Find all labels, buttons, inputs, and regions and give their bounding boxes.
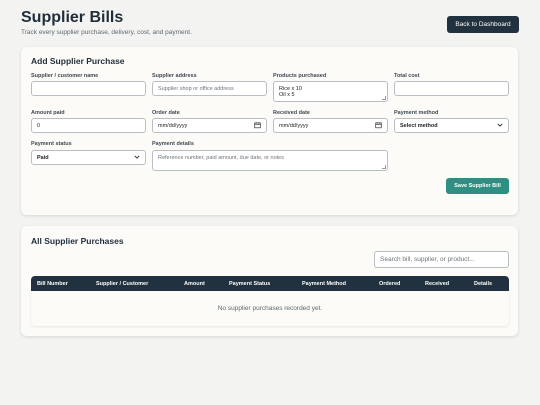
received-date-input[interactable]: mm/dd/yyyy	[273, 118, 388, 133]
chevron-down-icon	[134, 155, 140, 161]
payment-method-select[interactable]: Select method	[394, 118, 509, 133]
add-purchase-title: Add Supplier Purchase	[31, 56, 125, 66]
purchases-list-card: All Supplier Purchases Search bill, supp…	[21, 226, 518, 336]
payment-method-value: Select method	[400, 122, 438, 129]
calendar-icon[interactable]	[254, 121, 261, 130]
payment-details-textarea[interactable]: Reference number, paid amount, due date,…	[152, 150, 388, 171]
table-header: Bill Number Supplier / Customer Amount P…	[31, 276, 509, 291]
supplier-address-input[interactable]: Supplier shop or office address	[152, 81, 267, 96]
total-cost-input[interactable]	[394, 81, 509, 96]
amount-paid-input[interactable]: 0	[31, 118, 146, 133]
order-date-value: mm/dd/yyyy	[158, 122, 188, 129]
column-header[interactable]: Payment Method	[302, 276, 346, 291]
products-textarea[interactable]: Rice x 10 Oil x 5	[273, 81, 388, 102]
column-header[interactable]: Supplier / Customer	[96, 276, 148, 291]
payment-method-label: Payment method	[394, 110, 439, 116]
add-purchase-card: Add Supplier Purchase Supplier / custome…	[21, 47, 518, 215]
calendar-icon[interactable]	[375, 121, 382, 130]
payment-status-select[interactable]: Paid	[31, 150, 146, 165]
payment-details-placeholder: Reference number, paid amount, due date,…	[158, 155, 284, 161]
total-cost-label: Total cost	[394, 73, 420, 79]
chevron-down-icon	[497, 123, 503, 129]
resize-handle-icon[interactable]	[382, 96, 386, 100]
order-date-input[interactable]: mm/dd/yyyy	[152, 118, 267, 133]
payment-status-value: Paid	[37, 154, 49, 161]
column-header[interactable]: Payment Status	[229, 276, 270, 291]
received-date-value: mm/dd/yyyy	[279, 122, 309, 129]
received-date-label: Received date	[273, 110, 310, 116]
page-subtitle: Track every supplier purchase, delivery,…	[21, 29, 192, 36]
order-date-label: Order date	[152, 110, 180, 116]
empty-message: No supplier purchases recorded yet.	[217, 305, 323, 312]
amount-paid-label: Amount paid	[31, 110, 65, 116]
resize-handle-icon[interactable]	[382, 165, 386, 169]
products-label: Products purchased	[273, 73, 327, 79]
table-empty-state: No supplier purchases recorded yet.	[31, 291, 509, 326]
supplier-name-input[interactable]	[31, 81, 146, 96]
column-header[interactable]: Bill Number	[37, 276, 68, 291]
column-header[interactable]: Details	[474, 276, 492, 291]
column-header[interactable]: Received	[425, 276, 449, 291]
supplier-address-label: Supplier address	[152, 73, 197, 79]
purchases-list-title: All Supplier Purchases	[31, 236, 124, 246]
page-title: Supplier Bills	[21, 9, 124, 26]
column-header[interactable]: Amount	[184, 276, 205, 291]
payment-status-label: Payment status	[31, 141, 72, 147]
back-to-dashboard-button[interactable]: Back to Dashboard	[447, 16, 519, 33]
column-header[interactable]: Ordered	[379, 276, 400, 291]
products-text: Rice x 10 Oil x 5	[279, 86, 302, 98]
search-input[interactable]: Search bill, supplier, or product...	[374, 251, 509, 268]
save-supplier-bill-button[interactable]: Save Supplier Bill	[446, 178, 509, 194]
supplier-name-label: Supplier / customer name	[31, 73, 99, 79]
payment-details-label: Payment details	[152, 141, 194, 147]
